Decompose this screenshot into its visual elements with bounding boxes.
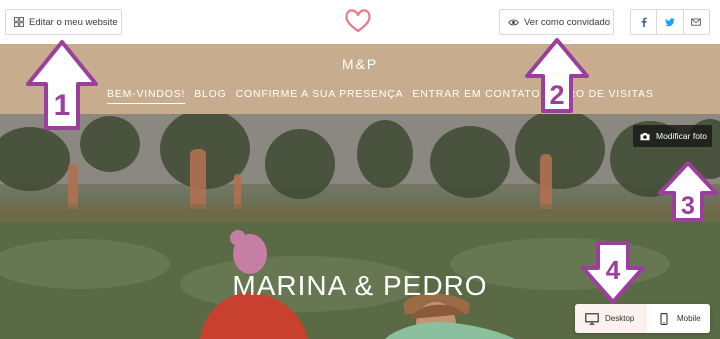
- top-toolbar: Editar o meu website Ver como convidado: [0, 0, 720, 44]
- heart-logo-icon: [345, 9, 371, 33]
- nav-item-welcome[interactable]: BEM-VINDOS!: [107, 88, 186, 104]
- eye-icon: [508, 19, 519, 25]
- hero-photo: MARINA & PEDRO Modificar foto Desktop Mo…: [0, 114, 720, 339]
- desktop-label: Desktop: [605, 314, 635, 323]
- device-preview-toggle: Desktop Mobile: [575, 304, 710, 333]
- nav-item-contact[interactable]: ENTRAR EM CONTATO: [412, 88, 540, 104]
- grid-icon: [14, 17, 24, 27]
- change-photo-label: Modificar foto: [656, 131, 708, 141]
- desktop-icon: [585, 312, 599, 325]
- desktop-preview-button[interactable]: Desktop: [575, 304, 647, 333]
- nav-item-blog[interactable]: BLOG: [194, 88, 226, 104]
- change-photo-button[interactable]: Modificar foto: [633, 125, 712, 147]
- hero-title: MARINA & PEDRO: [232, 270, 488, 301]
- mobile-icon: [660, 312, 668, 325]
- facebook-icon: [641, 17, 647, 27]
- site-monogram: M&P: [341, 56, 379, 72]
- view-as-guest-label: Ver como convidado: [524, 16, 611, 28]
- mail-icon: [691, 18, 702, 26]
- mobile-preview-button[interactable]: Mobile: [647, 304, 710, 333]
- nav-item-rsvp[interactable]: CONFIRME A SUA PRESENÇA: [236, 88, 404, 104]
- edit-website-label: Editar o meu website: [29, 16, 118, 28]
- site-header: M&P BEM-VINDOS! BLOG CONFIRME A SUA PRES…: [0, 44, 720, 114]
- site-nav: BEM-VINDOS! BLOG CONFIRME A SUA PRESENÇA…: [107, 88, 654, 104]
- nav-item-guestbook[interactable]: LIVRO DE VISITAS: [549, 88, 653, 104]
- camera-icon: [640, 132, 650, 140]
- edit-website-button[interactable]: Editar o meu website: [5, 9, 122, 35]
- view-as-guest-button[interactable]: Ver como convidado: [499, 9, 614, 35]
- facebook-share-button[interactable]: [631, 10, 658, 34]
- twitter-icon: [665, 18, 675, 27]
- mobile-label: Mobile: [677, 314, 701, 323]
- share-buttons: [630, 9, 710, 35]
- email-share-button[interactable]: [684, 10, 709, 34]
- twitter-share-button[interactable]: [657, 10, 684, 34]
